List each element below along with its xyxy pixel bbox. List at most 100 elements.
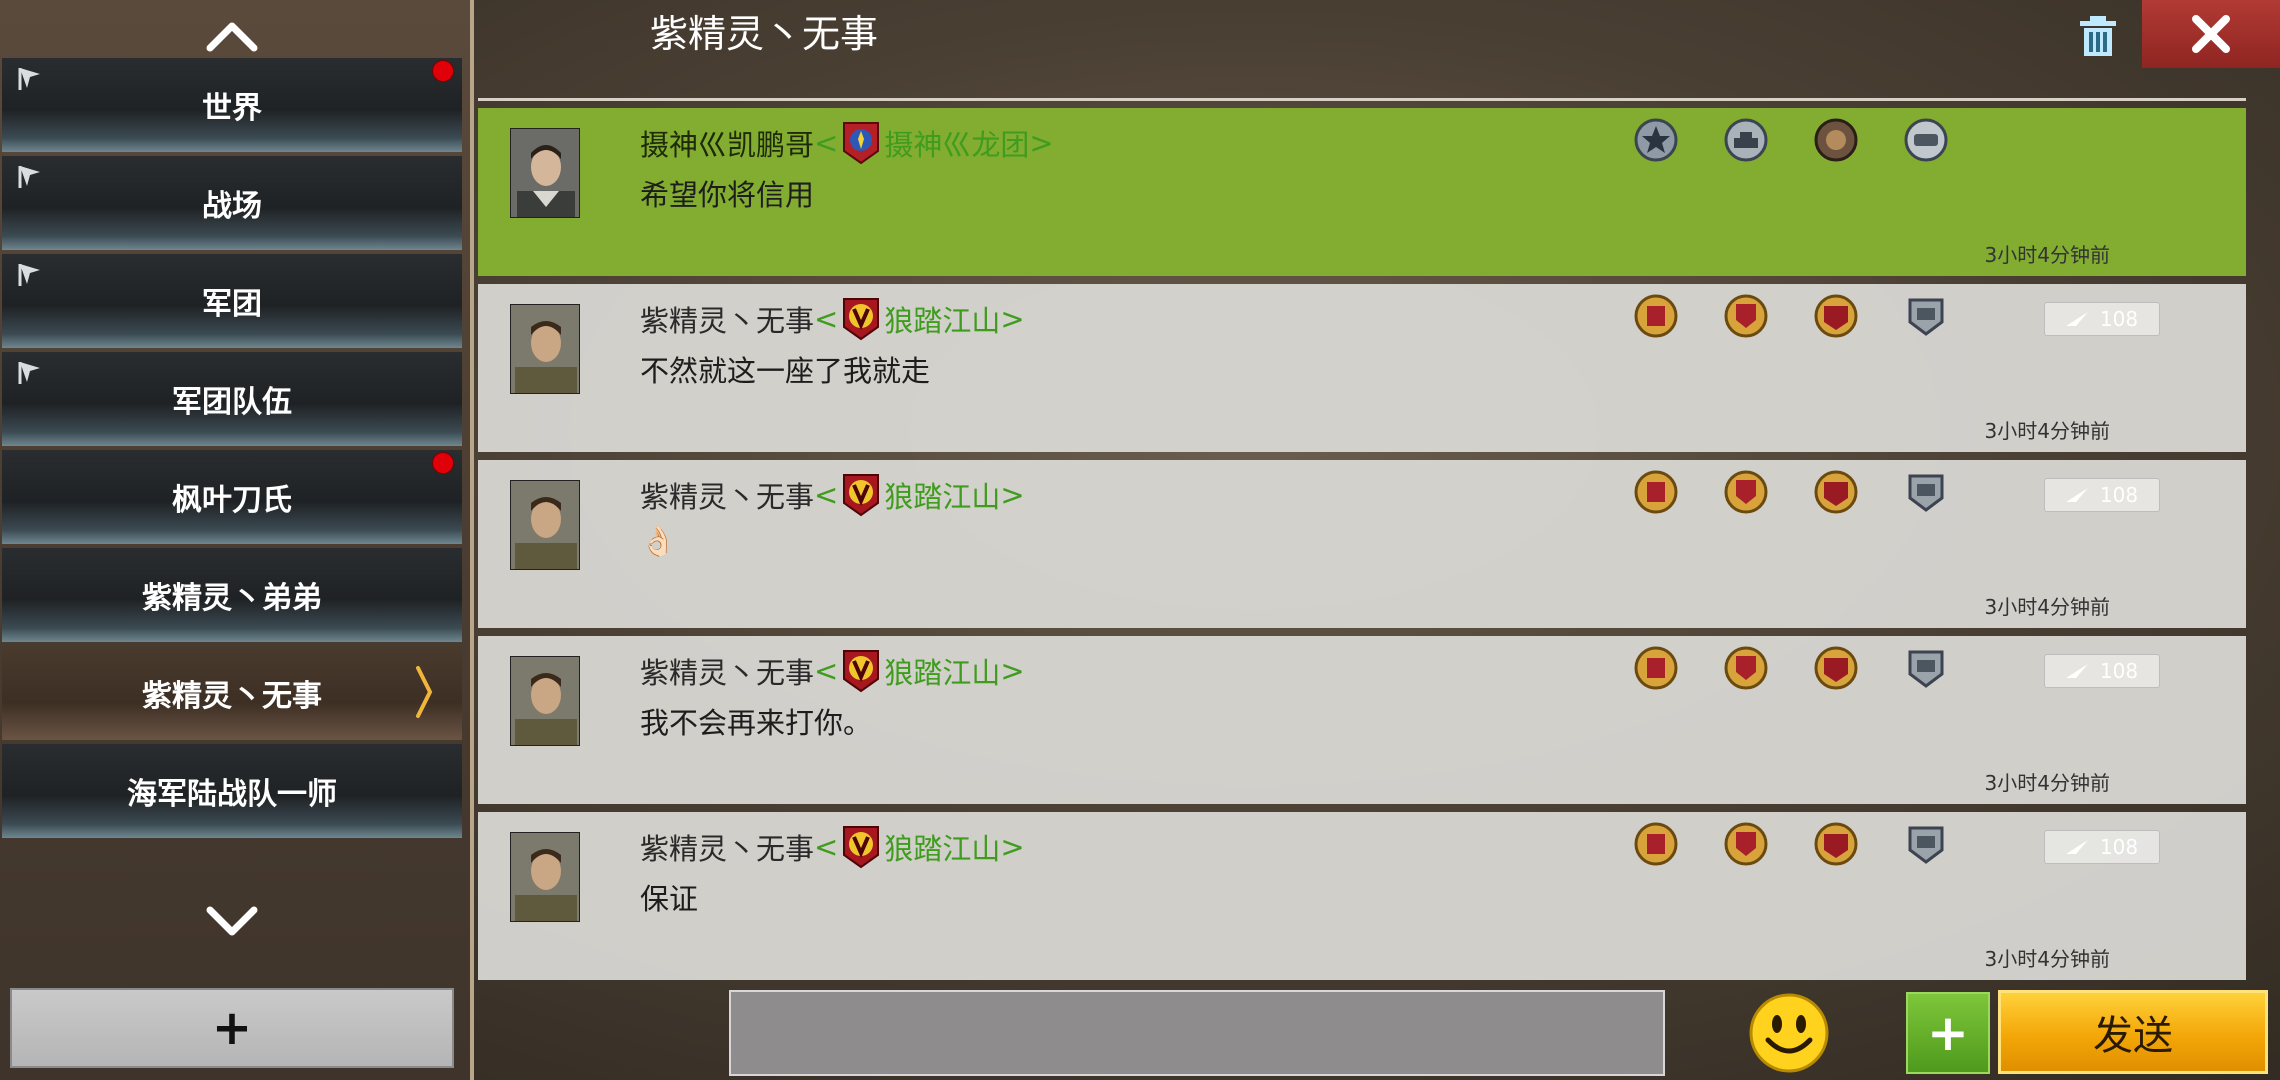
silver-shield-medal-icon — [1908, 826, 1944, 864]
trash-icon[interactable] — [2078, 14, 2118, 58]
channel-label: 军团 — [202, 287, 262, 322]
clan-bracket-close: > — [1029, 126, 1054, 160]
message-input[interactable] — [729, 990, 1665, 1076]
message-time: 3小时4分钟前 — [1984, 595, 2110, 619]
eagle-medal-icon — [1814, 822, 1858, 866]
clan-bracket-open: < — [814, 302, 839, 336]
sender-name[interactable]: 摄神巛凯鹏哥 — [640, 122, 814, 164]
channel-sidebar: 世界 战场 军团 军团队伍 枫叶刀氏 紫精灵丶弟弟 紫精灵丶无事 海军陆战队一师… — [0, 0, 474, 1080]
channel-item-zijingling-didi[interactable]: 紫精灵丶弟弟 — [2, 548, 462, 642]
crest-medal-icon — [1724, 470, 1768, 514]
emoji-icon[interactable] — [1748, 992, 1830, 1074]
composer-bar: + 发送 — [478, 980, 2280, 1080]
message-header: 紫精灵丶无事 < 狼踏江山 > — [640, 296, 1025, 342]
avatar[interactable] — [510, 656, 580, 746]
clan-bracket-close: > — [1000, 478, 1025, 512]
message-item[interactable]: 紫精灵丶无事 < 狼踏江山 > 我不会再来打你。 108 3小时4分钟前 — [478, 636, 2246, 804]
medal-row — [1632, 468, 1950, 516]
crest-medal-icon — [1724, 646, 1768, 690]
close-button[interactable] — [2142, 0, 2280, 68]
scroll-up-button[interactable] — [0, 6, 464, 66]
channel-item-battlefield[interactable]: 战场 — [2, 156, 462, 250]
channel-item-legion[interactable]: 军团 — [2, 254, 462, 348]
message-text: 希望你将信用 — [640, 178, 815, 212]
message-item[interactable]: 紫精灵丶无事 < 狼踏江山 > 不然就这一座了我就走 108 3小时4分钟前 — [478, 284, 2246, 452]
eagle-medal-icon — [1814, 646, 1858, 690]
header-divider — [478, 98, 2246, 101]
clan-bracket-close: > — [1000, 830, 1025, 864]
avatar[interactable] — [510, 480, 580, 570]
clan-badge-icon — [843, 826, 880, 869]
pin-icon — [18, 362, 40, 384]
scroll-down-button[interactable] — [0, 890, 464, 950]
message-item[interactable]: 摄神巛凯鹏哥 < 摄神巛龙团 > 希望你将信用 3小时4分钟前 — [478, 108, 2246, 276]
message-text: 我不会再来打你。 — [640, 706, 873, 740]
clan-bracket-open: < — [814, 478, 839, 512]
channel-label: 海军陆战队一师 — [127, 777, 337, 812]
bronze-medal-icon — [1814, 118, 1858, 162]
clan-bracket-close: > — [1000, 302, 1025, 336]
unread-dot — [432, 60, 454, 82]
channel-label: 紫精灵丶无事 — [142, 679, 322, 714]
message-item[interactable]: 紫精灵丶无事 < 狼踏江山 > 👌🏻 108 3小时4分钟前 — [478, 460, 2246, 628]
silver-shield-medal-icon — [1908, 650, 1944, 688]
gold-laurel-medal-icon — [1634, 822, 1678, 866]
avatar[interactable] — [510, 128, 580, 218]
crest-medal-icon — [1724, 822, 1768, 866]
medal-row — [1632, 644, 1950, 692]
star-medal-icon — [1634, 118, 1678, 162]
gold-laurel-medal-icon — [1634, 646, 1678, 690]
attach-plus-button[interactable]: + — [1906, 992, 1990, 1074]
clan-bracket-open: < — [814, 830, 839, 864]
sender-name[interactable]: 紫精灵丶无事 — [640, 826, 814, 868]
message-text: 👌🏻 — [640, 524, 677, 558]
like-count: 108 — [2099, 835, 2139, 859]
clan-name: 狼踏江山 — [884, 656, 1001, 690]
send-button[interactable]: 发送 — [1998, 990, 2268, 1074]
silver-shield-medal-icon — [1908, 474, 1944, 512]
pin-icon — [18, 166, 40, 188]
sender-name[interactable]: 紫精灵丶无事 — [640, 298, 814, 340]
message-header: 紫精灵丶无事 < 狼踏江山 > — [640, 472, 1025, 518]
channel-item-marine-division[interactable]: 海军陆战队一师 — [2, 744, 462, 838]
plane-icon — [2065, 664, 2088, 678]
chat-title: 紫精灵丶无事 — [650, 12, 879, 56]
channel-item-fengye[interactable]: 枫叶刀氏 — [2, 450, 462, 544]
medal-row — [1632, 292, 1950, 340]
message-text: 保证 — [640, 882, 699, 916]
sender-name[interactable]: 紫精灵丶无事 — [640, 474, 814, 516]
channel-label: 战场 — [202, 189, 262, 224]
like-count: 108 — [2099, 483, 2139, 507]
channel-item-world[interactable]: 世界 — [2, 58, 462, 152]
plane-icon — [2065, 488, 2088, 502]
silver-shield-medal-icon — [1908, 298, 1944, 336]
sender-name[interactable]: 紫精灵丶无事 — [640, 650, 814, 692]
channel-label: 枫叶刀氏 — [172, 483, 292, 518]
channel-item-zijingling-wushi[interactable]: 紫精灵丶无事 — [2, 646, 462, 740]
channel-item-legion-team[interactable]: 军团队伍 — [2, 352, 462, 446]
crest-medal-icon — [1724, 294, 1768, 338]
add-channel-button[interactable]: + — [10, 988, 454, 1068]
chevron-down-icon — [206, 906, 258, 936]
clan-name: 摄神巛龙团 — [884, 128, 1030, 162]
message-time: 3小时4分钟前 — [1984, 243, 2110, 267]
like-badge[interactable]: 108 — [2044, 654, 2160, 688]
channel-label: 世界 — [202, 91, 262, 126]
message-header: 紫精灵丶无事 < 狼踏江山 > — [640, 648, 1025, 694]
message-item[interactable]: 紫精灵丶无事 < 狼踏江山 > 保证 108 3小时4分钟前 — [478, 812, 2246, 980]
eagle-medal-icon — [1814, 294, 1858, 338]
tank-medal-icon — [1724, 118, 1768, 162]
clan-badge-icon — [843, 298, 880, 341]
like-badge[interactable]: 108 — [2044, 830, 2160, 864]
avatar[interactable] — [510, 304, 580, 394]
message-time: 3小时4分钟前 — [1984, 419, 2110, 443]
message-time: 3小时4分钟前 — [1984, 947, 2110, 971]
chevron-right-icon — [416, 666, 433, 718]
clan-badge-icon — [843, 122, 880, 165]
avatar[interactable] — [510, 832, 580, 922]
message-header: 摄神巛凯鹏哥 < 摄神巛龙团 > — [640, 120, 1054, 166]
like-badge[interactable]: 108 — [2044, 478, 2160, 512]
chevron-up-icon — [206, 22, 258, 52]
like-badge[interactable]: 108 — [2044, 302, 2160, 336]
like-count: 108 — [2099, 659, 2139, 683]
